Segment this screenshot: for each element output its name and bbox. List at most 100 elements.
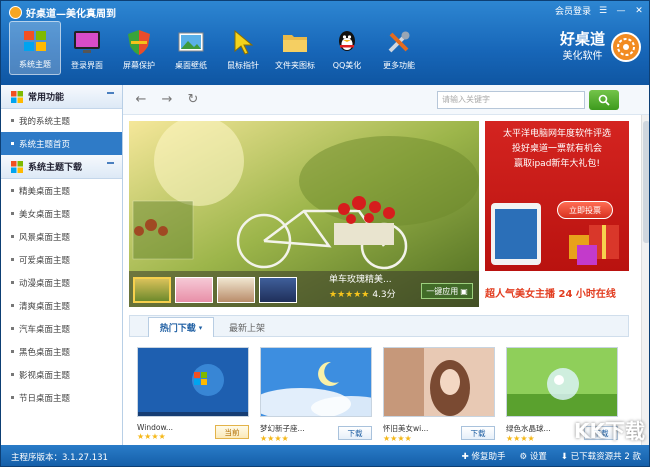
- forward-arrow-icon[interactable]: →: [159, 92, 175, 108]
- ad-line: 赢取ipad新年大礼包!: [513, 159, 601, 169]
- tool-label: 屏幕保护: [123, 61, 155, 70]
- sidebar-item-label: 精美桌面主题: [19, 186, 71, 197]
- theme-preview: [506, 347, 618, 417]
- sidebar-item-category[interactable]: 黑色桌面主题: [1, 340, 122, 363]
- streamer-promo-link[interactable]: 超人气美女主播 24 小时在线: [485, 285, 635, 300]
- refresh-icon[interactable]: ↻: [185, 92, 201, 108]
- bullet-icon: [11, 304, 14, 307]
- tool-system-theme[interactable]: 系统主题: [9, 21, 61, 75]
- collapse-icon[interactable]: [107, 92, 114, 94]
- tools-icon: [383, 27, 415, 57]
- sidebar-item-label: 清爽桌面主题: [19, 301, 71, 312]
- download-tabs: 热门下载 ▾ 最新上架: [129, 315, 629, 337]
- chevron-down-icon: ▾: [198, 323, 203, 332]
- one-click-apply-button[interactable]: 一键应用 ▣: [421, 283, 473, 299]
- sidebar-item-category[interactable]: 影视桌面主题: [1, 363, 122, 386]
- close-button[interactable]: ✕: [633, 6, 645, 16]
- sidebar-item-label: 影视桌面主题: [19, 370, 71, 381]
- tool-folder-icon[interactable]: 文件夹图标: [269, 21, 321, 75]
- windows-logo-icon: [19, 26, 51, 56]
- sidebar-item-theme-home[interactable]: 系统主题首页: [1, 132, 122, 155]
- brand-subtitle: 美化软件: [562, 51, 603, 62]
- theme-name: Window...: [137, 423, 174, 432]
- status-actions: ✚ 修复助手 ⚙ 设置 ⬇ 已下载资源共 2 款: [462, 450, 641, 462]
- back-arrow-icon[interactable]: ←: [133, 92, 149, 108]
- download-button[interactable]: 下载: [461, 426, 495, 440]
- scrollbar-thumb[interactable]: [643, 121, 649, 243]
- qq-penguin-icon: [331, 27, 363, 57]
- tool-cursor[interactable]: 鼠标指针: [217, 21, 269, 75]
- download-button[interactable]: 下载: [338, 426, 372, 440]
- tool-more[interactable]: 更多功能: [373, 21, 425, 75]
- sunflower-logo-icon: [611, 31, 641, 62]
- theme-card[interactable]: 梦幻新子座... ★★★★ 下载: [260, 347, 372, 443]
- banner-thumb[interactable]: [217, 277, 255, 303]
- tab-new-arrivals[interactable]: 最新上架: [222, 317, 272, 337]
- repair-assistant-link[interactable]: ✚ 修复助手: [462, 450, 506, 462]
- search-input[interactable]: 请输入关键字: [437, 91, 585, 109]
- sidebar-item-category[interactable]: 可爱桌面主题: [1, 248, 122, 271]
- ad-line: 太平洋电脑网年度软件评选: [502, 129, 611, 139]
- sidebar-item-my-themes[interactable]: 我的系统主题: [1, 109, 122, 132]
- theme-card[interactable]: Window... ★★★★ 当前: [137, 347, 249, 443]
- windows-logo-icon: [11, 160, 23, 173]
- login-link[interactable]: 会员登录: [555, 4, 591, 17]
- card-footer: 梦幻新子座... ★★★★ 下载: [260, 423, 372, 443]
- brand: 好桌道 美化软件: [560, 31, 641, 62]
- sidebar-item-category[interactable]: 精美桌面主题: [1, 179, 122, 202]
- wrench-icon: ✚: [461, 452, 472, 462]
- tool-qq[interactable]: QQ美化: [321, 21, 373, 75]
- window-controls: 会员登录 ☰ — ✕: [555, 4, 645, 18]
- banner-thumb[interactable]: [259, 277, 297, 303]
- bullet-icon: [11, 396, 14, 399]
- main-panel: ← → ↻ 请输入关键字 单车玫瑰精美... ★★★★★ 4.3分 一键应用 ▣…: [123, 85, 649, 445]
- banner-thumbnails: [133, 277, 297, 303]
- sidebar-section-downloads[interactable]: 系统主题下载: [1, 155, 122, 179]
- bullet-icon: [11, 327, 14, 330]
- bullet-icon: [11, 212, 14, 215]
- sidebar-item-label: 动漫桌面主题: [19, 278, 71, 289]
- minimize-button[interactable]: —: [615, 6, 627, 16]
- menu-icon[interactable]: ☰: [597, 6, 609, 16]
- repair-label: 修复助手: [471, 452, 506, 462]
- sidebar-section-common[interactable]: 常用功能: [1, 85, 122, 109]
- search-button[interactable]: [589, 90, 619, 110]
- tool-wallpaper[interactable]: 桌面壁纸: [165, 21, 217, 75]
- watermark: KK下载: [574, 419, 645, 443]
- promo-ad[interactable]: 太平洋电脑网年度软件评选 投好桌道一票就有机会 赢取ipad新年大礼包! 立即投…: [485, 121, 629, 271]
- tab-hot-downloads[interactable]: 热门下载 ▾: [148, 317, 214, 337]
- shield-icon: [123, 27, 155, 57]
- collapse-icon[interactable]: [107, 162, 114, 164]
- apply-label: 一键应用: [426, 286, 459, 296]
- theme-name: 梦幻新子座...: [260, 424, 305, 433]
- current-button[interactable]: 当前: [215, 425, 249, 439]
- tool-screensaver[interactable]: 屏幕保护: [113, 21, 165, 75]
- sidebar-item-category[interactable]: 动漫桌面主题: [1, 271, 122, 294]
- app-logo-icon: [9, 6, 22, 19]
- banner-thumb[interactable]: [175, 277, 213, 303]
- tool-login-screen[interactable]: 登录界面: [61, 21, 113, 75]
- scrollbar[interactable]: [641, 115, 649, 445]
- sidebar-item-label: 我的系统主题: [19, 116, 71, 127]
- cursor-icon: [227, 27, 259, 57]
- star-rating: ★★★★: [137, 432, 166, 441]
- sidebar-item-category[interactable]: 风景桌面主题: [1, 225, 122, 248]
- banner-thumb[interactable]: [133, 277, 171, 303]
- featured-banner[interactable]: 单车玫瑰精美... ★★★★★ 4.3分 一键应用 ▣: [129, 121, 479, 307]
- theme-card[interactable]: 怀旧美女wi... ★★★★ 下载: [383, 347, 495, 443]
- sidebar-item-category[interactable]: 节日桌面主题: [1, 386, 122, 409]
- sidebar-item-category[interactable]: 美女桌面主题: [1, 202, 122, 225]
- main-toolbar: 系统主题 登录界面 屏幕保护 桌面壁纸 鼠标指针 文件夹图标 QQ美化 更多功能: [9, 21, 425, 75]
- sidebar-item-category[interactable]: 清爽桌面主题: [1, 294, 122, 317]
- theme-preview: [260, 347, 372, 417]
- tool-label: QQ美化: [332, 61, 362, 70]
- settings-link[interactable]: ⚙ 设置: [520, 450, 547, 462]
- app-title: 好桌道—美化真周到: [26, 9, 116, 20]
- downloads-link[interactable]: ⬇ 已下载资源共 2 款: [561, 450, 641, 462]
- vote-now-button[interactable]: 立即投票: [557, 201, 613, 219]
- sidebar-item-label: 黑色桌面主题: [19, 347, 71, 358]
- bullet-icon: [11, 235, 14, 238]
- sidebar-item-category[interactable]: 汽车桌面主题: [1, 317, 122, 340]
- banner-rating: ★★★★★ 4.3分: [329, 287, 396, 300]
- bullet-icon: [11, 350, 14, 353]
